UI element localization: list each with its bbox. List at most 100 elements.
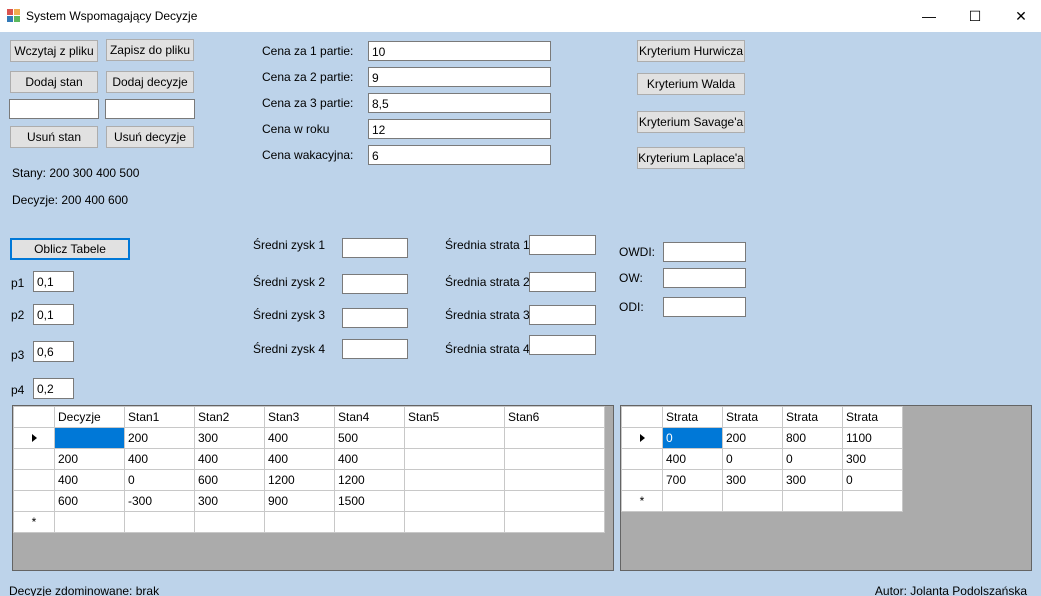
state-input[interactable]: [9, 99, 99, 119]
grid-cell[interactable]: 200: [722, 427, 783, 449]
grid-cell[interactable]: [334, 511, 405, 533]
grid-cell[interactable]: [194, 511, 265, 533]
p1-input[interactable]: 0,1: [33, 271, 74, 292]
load-file-button[interactable]: Wczytaj z pliku: [10, 40, 98, 62]
grid-cell[interactable]: 600: [54, 490, 125, 512]
grid-cell[interactable]: 0: [722, 448, 783, 470]
grid-cell[interactable]: [404, 427, 505, 449]
grid-cell[interactable]: 200: [124, 427, 195, 449]
grid-cell[interactable]: [504, 448, 605, 470]
grid-cell[interactable]: 200: [54, 448, 125, 470]
column-header[interactable]: Strata: [842, 406, 903, 428]
grid-cell[interactable]: [504, 469, 605, 491]
grid-cell[interactable]: 1500: [334, 490, 405, 512]
row-header[interactable]: [13, 490, 55, 512]
grid-cell[interactable]: 300: [842, 448, 903, 470]
grid-cell[interactable]: [264, 511, 335, 533]
hurwicz-button[interactable]: Kryterium Hurwicza: [637, 40, 745, 62]
minimize-button[interactable]: —: [906, 0, 952, 32]
loss-grid[interactable]: Strata Strata Strata Strata 0 200 800 11…: [620, 405, 1032, 571]
grid-cell[interactable]: 400: [662, 448, 723, 470]
grid-cell[interactable]: 0: [124, 469, 195, 491]
grid-cell[interactable]: 300: [782, 469, 843, 491]
column-header[interactable]: Strata: [662, 406, 723, 428]
ow-field[interactable]: [663, 268, 746, 288]
row-header[interactable]: [13, 469, 55, 491]
avg-profit-4-field[interactable]: [342, 339, 408, 359]
add-decision-button[interactable]: Dodaj decyzje: [106, 71, 194, 93]
column-header[interactable]: Decyzje: [54, 406, 125, 428]
owdi-field[interactable]: [663, 242, 746, 262]
grid-cell[interactable]: -300: [124, 490, 195, 512]
grid-cell[interactable]: [404, 511, 505, 533]
price-3-input[interactable]: 8,5: [368, 93, 551, 113]
grid-cell[interactable]: 900: [264, 490, 335, 512]
avg-loss-4-field[interactable]: [529, 335, 596, 355]
close-button[interactable]: ✕: [998, 0, 1041, 32]
grid-cell[interactable]: [504, 427, 605, 449]
decision-input[interactable]: [105, 99, 195, 119]
grid-cell[interactable]: [404, 469, 505, 491]
grid-cell[interactable]: 400: [194, 448, 265, 470]
grid-cell[interactable]: [404, 448, 505, 470]
row-header[interactable]: [621, 448, 663, 470]
grid-cell[interactable]: [842, 490, 903, 512]
avg-profit-3-field[interactable]: [342, 308, 408, 328]
maximize-button[interactable]: ☐: [952, 0, 998, 32]
p3-input[interactable]: 0,6: [33, 341, 74, 362]
column-header[interactable]: Strata: [722, 406, 783, 428]
avg-profit-2-field[interactable]: [342, 274, 408, 294]
grid-cell[interactable]: 1100: [842, 427, 903, 449]
p4-input[interactable]: 0,2: [33, 378, 74, 399]
new-row-marker[interactable]: *: [13, 511, 55, 533]
add-state-button[interactable]: Dodaj stan: [10, 71, 98, 93]
grid-cell[interactable]: 1200: [334, 469, 405, 491]
grid-cell[interactable]: [504, 511, 605, 533]
odi-field[interactable]: [663, 297, 746, 317]
column-header[interactable]: Strata: [782, 406, 843, 428]
grid-cell[interactable]: [404, 490, 505, 512]
remove-decision-button[interactable]: Usuń decyzje: [106, 126, 194, 148]
grid-cell[interactable]: 600: [194, 469, 265, 491]
column-header[interactable]: Stan1: [124, 406, 195, 428]
price-1-input[interactable]: 10: [368, 41, 551, 61]
laplace-button[interactable]: Kryterium Laplace'a: [637, 147, 745, 169]
column-header[interactable]: Stan6: [504, 406, 605, 428]
grid-cell[interactable]: [722, 490, 783, 512]
save-file-button[interactable]: Zapisz do pliku: [106, 39, 194, 61]
grid-cell[interactable]: 300: [722, 469, 783, 491]
grid-cell[interactable]: 300: [194, 490, 265, 512]
p2-input[interactable]: 0,1: [33, 304, 74, 325]
grid-cell[interactable]: [54, 511, 125, 533]
grid-cell[interactable]: 0: [662, 427, 723, 449]
grid-cell[interactable]: 700: [662, 469, 723, 491]
price-year-input[interactable]: 12: [368, 119, 551, 139]
price-2-input[interactable]: 9: [368, 67, 551, 87]
row-header[interactable]: [13, 448, 55, 470]
avg-loss-2-field[interactable]: [529, 272, 596, 292]
savage-button[interactable]: Kryterium Savage'a: [637, 111, 745, 133]
grid-cell[interactable]: 1200: [264, 469, 335, 491]
row-header[interactable]: [13, 427, 55, 449]
grid-cell[interactable]: [782, 490, 843, 512]
grid-cell[interactable]: [504, 490, 605, 512]
row-header[interactable]: [621, 427, 663, 449]
grid-cell[interactable]: 0: [842, 469, 903, 491]
new-row-marker[interactable]: *: [621, 490, 663, 512]
column-header[interactable]: Stan2: [194, 406, 265, 428]
compute-table-button[interactable]: Oblicz Tabele: [10, 238, 130, 260]
grid-cell[interactable]: 400: [54, 469, 125, 491]
remove-state-button[interactable]: Usuń stan: [10, 126, 98, 148]
grid-cell[interactable]: 300: [194, 427, 265, 449]
grid-cell[interactable]: 400: [124, 448, 195, 470]
column-header[interactable]: Stan4: [334, 406, 405, 428]
grid-cell[interactable]: 400: [264, 448, 335, 470]
grid-cell[interactable]: 400: [334, 448, 405, 470]
grid-cell[interactable]: [124, 511, 195, 533]
grid-cell[interactable]: 500: [334, 427, 405, 449]
grid-cell[interactable]: 800: [782, 427, 843, 449]
grid-cell[interactable]: [662, 490, 723, 512]
payoff-grid[interactable]: Decyzje Stan1 Stan2 Stan3 Stan4 Stan5 St…: [12, 405, 614, 571]
avg-loss-1-field[interactable]: [529, 235, 596, 255]
avg-profit-1-field[interactable]: [342, 238, 408, 258]
